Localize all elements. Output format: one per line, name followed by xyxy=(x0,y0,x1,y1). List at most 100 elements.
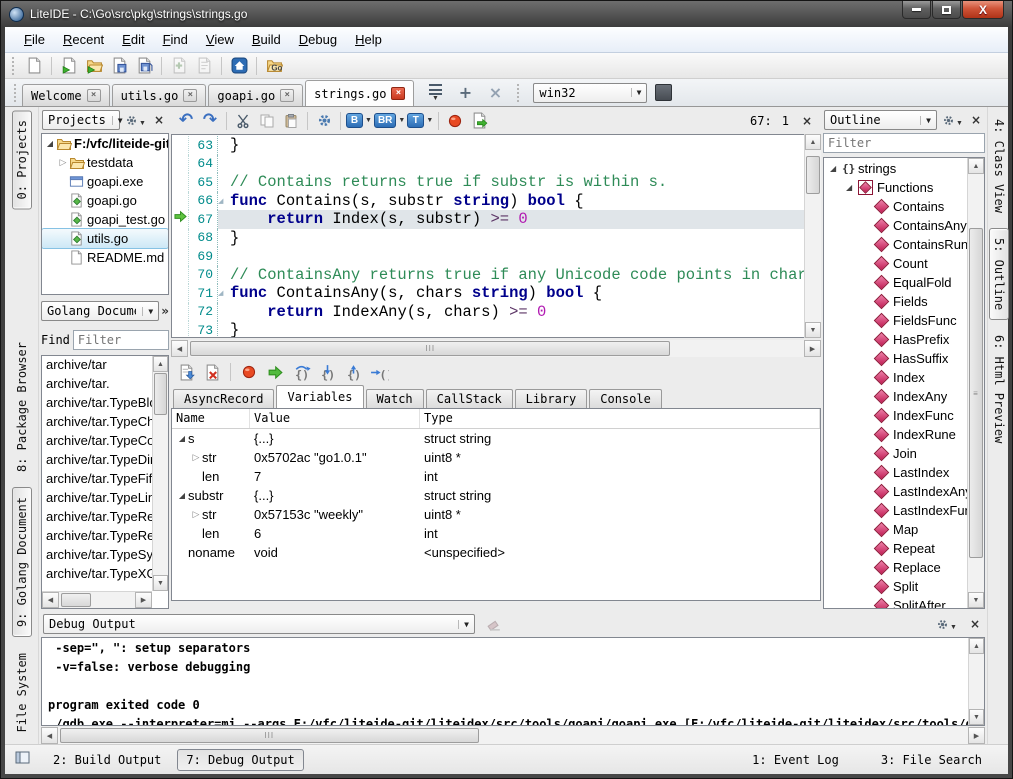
scroll-down-icon[interactable]: ▼ xyxy=(968,592,984,608)
scroll-right-icon[interactable]: ▶ xyxy=(804,340,821,357)
code-line[interactable]: 65// Contains returns true if substr is … xyxy=(172,173,820,192)
outline-item[interactable]: IndexAny xyxy=(824,387,967,406)
close-tab-icon[interactable]: × xyxy=(183,89,197,102)
outline-item[interactable]: LastIndexAny xyxy=(824,482,967,501)
env-edit-button[interactable] xyxy=(655,84,672,101)
outline-filter-input[interactable] xyxy=(823,133,985,153)
dock-tab-8-package-browser[interactable]: 8: Package Browser xyxy=(13,333,31,481)
save-file-icon[interactable] xyxy=(108,55,130,77)
menu-debug[interactable]: Debug xyxy=(290,29,346,50)
tree-item[interactable]: goapi_test.go xyxy=(42,210,168,229)
godoc-filter-input[interactable] xyxy=(73,330,169,350)
outline-item[interactable]: LastIndexFunc xyxy=(824,501,967,520)
column-header-name[interactable]: Name xyxy=(172,409,250,428)
outline-item[interactable]: Count xyxy=(824,254,967,273)
scroll-right-icon[interactable]: ▶ xyxy=(135,592,152,608)
code-line[interactable]: 63} xyxy=(172,136,820,155)
fold-icon[interactable]: ◢ xyxy=(218,192,230,211)
scrollbar-thumb[interactable] xyxy=(806,156,820,194)
outline-item[interactable]: HasSuffix xyxy=(824,349,967,368)
list-item[interactable]: archive/tar.TypeXGlobalHeader xyxy=(42,566,152,585)
fold-icon[interactable]: ◢ xyxy=(218,284,230,303)
tree-item[interactable]: ▷testdata xyxy=(42,153,168,172)
outline-item[interactable]: SplitAfter xyxy=(824,596,967,608)
tree-item[interactable]: utils.go xyxy=(42,229,168,248)
column-header-type[interactable]: Type xyxy=(420,409,820,428)
scroll-up-icon[interactable]: ▲ xyxy=(153,356,168,372)
tab-Welcome[interactable]: Welcome× xyxy=(22,84,110,106)
outline-item[interactable]: Fields xyxy=(824,292,967,311)
table-row[interactable]: ▷str0x5702ac "go1.0.1"uint8 * xyxy=(172,448,820,467)
debug-tab-library[interactable]: Library xyxy=(515,389,588,408)
start-debug-icon[interactable] xyxy=(175,361,197,383)
outline-item[interactable]: ◢Functions xyxy=(824,178,967,197)
menu-view[interactable]: View xyxy=(197,29,243,50)
panel-close-icon[interactable]: × xyxy=(151,113,167,127)
godoc-vscrollbar[interactable]: ▲ ▼ xyxy=(152,356,168,591)
go-env-icon[interactable]: Go xyxy=(263,55,285,77)
minimize-button[interactable] xyxy=(902,1,931,19)
toolbar-drag-handle[interactable] xyxy=(12,57,17,75)
stop-debug-icon[interactable] xyxy=(201,361,223,383)
outline-item[interactable]: IndexFunc xyxy=(824,406,967,425)
close-tab-icon[interactable]: × xyxy=(280,89,294,102)
outline-item[interactable]: Contains xyxy=(824,197,967,216)
table-row[interactable]: len7int xyxy=(172,467,820,486)
add-file-icon[interactable] xyxy=(168,55,190,77)
outline-item[interactable]: ContainsAny xyxy=(824,216,967,235)
menu-find[interactable]: Find xyxy=(154,29,197,50)
redo-icon[interactable]: ↷ xyxy=(199,110,221,132)
expander-icon[interactable]: ◢ xyxy=(44,139,56,148)
outline-vscrollbar[interactable]: ▲ ≡ ▼ xyxy=(967,158,984,608)
menu-file[interactable]: File xyxy=(15,29,54,50)
editor-hscrollbar[interactable]: ◀ III ▶ xyxy=(171,340,821,357)
list-item[interactable]: archive/tar.TypeFifo xyxy=(42,471,152,490)
tab-list-icon[interactable]: ▼ xyxy=(424,82,446,104)
scrollbar-thumb[interactable] xyxy=(61,593,91,607)
dock-tab-0-projects[interactable]: 0: Projects xyxy=(12,110,32,209)
toggle-panels-icon[interactable] xyxy=(15,751,31,768)
debug-output-text[interactable]: -sep=", ": setup separators -v=false: ve… xyxy=(41,637,985,726)
editor-vscrollbar[interactable]: ▲ ▼ xyxy=(804,134,821,338)
outline-item[interactable]: HasPrefix xyxy=(824,330,967,349)
table-row[interactable]: nonamevoid<unspecified> xyxy=(172,543,820,562)
close-tab-icon[interactable]: × xyxy=(391,87,405,100)
debug-tab-watch[interactable]: Watch xyxy=(366,389,424,408)
list-item[interactable]: archive/tar.TypeReg xyxy=(42,509,152,528)
column-header-value[interactable]: Value xyxy=(250,409,420,428)
run-to-line-icon[interactable]: () xyxy=(368,361,390,383)
debug-output-hscrollbar[interactable]: ◀ III ▶ xyxy=(41,727,985,744)
outline-item[interactable]: Repeat xyxy=(824,539,967,558)
code-line[interactable]: 73} xyxy=(172,321,820,338)
scrollbar-thumb[interactable]: III xyxy=(190,341,670,356)
tree-item[interactable]: README.md xyxy=(42,248,168,267)
debug-output-vscrollbar[interactable]: ▲ ▼ xyxy=(968,638,984,725)
outline-item[interactable]: IndexRune xyxy=(824,425,967,444)
panel-menu-gear-icon[interactable]: ▼ xyxy=(934,616,959,633)
outline-item[interactable]: ContainsRune xyxy=(824,235,967,254)
test-button[interactable]: T▼ xyxy=(407,113,433,128)
debug-tab-callstack[interactable]: CallStack xyxy=(426,389,513,408)
table-row[interactable]: ◢s{...}struct string xyxy=(172,429,820,448)
debug-tab-variables[interactable]: Variables xyxy=(276,385,363,408)
dock-tab-5-outline[interactable]: 5: Outline xyxy=(989,228,1009,320)
list-item[interactable]: archive/tar.TypeDir xyxy=(42,452,152,471)
expander-icon[interactable]: ▷ xyxy=(190,452,202,463)
outline-item[interactable]: LastIndex xyxy=(824,463,967,482)
menu-recent[interactable]: Recent xyxy=(54,29,113,50)
step-over-icon[interactable]: {) xyxy=(290,361,312,383)
close-button[interactable]: X xyxy=(962,1,1004,19)
undo-icon[interactable]: ↶ xyxy=(175,110,197,132)
maximize-button[interactable] xyxy=(932,1,961,19)
split-editor-icon[interactable]: + xyxy=(454,82,476,104)
expander-icon[interactable]: ▷ xyxy=(190,509,202,520)
scrollbar-thumb[interactable] xyxy=(154,373,167,415)
tab-goapi-go[interactable]: goapi.go× xyxy=(208,84,303,106)
scroll-right-icon[interactable]: ▶ xyxy=(968,727,985,744)
status-1-event-log[interactable]: 1: Event Log xyxy=(744,750,847,770)
status-3-file-search[interactable]: 3: File Search xyxy=(873,750,990,770)
code-line[interactable]: 67 return Index(s, substr) >= 0 xyxy=(172,210,820,229)
copy-icon[interactable] xyxy=(256,110,278,132)
tab-utils-go[interactable]: utils.go× xyxy=(112,84,207,106)
outline-item[interactable]: EqualFold xyxy=(824,273,967,292)
